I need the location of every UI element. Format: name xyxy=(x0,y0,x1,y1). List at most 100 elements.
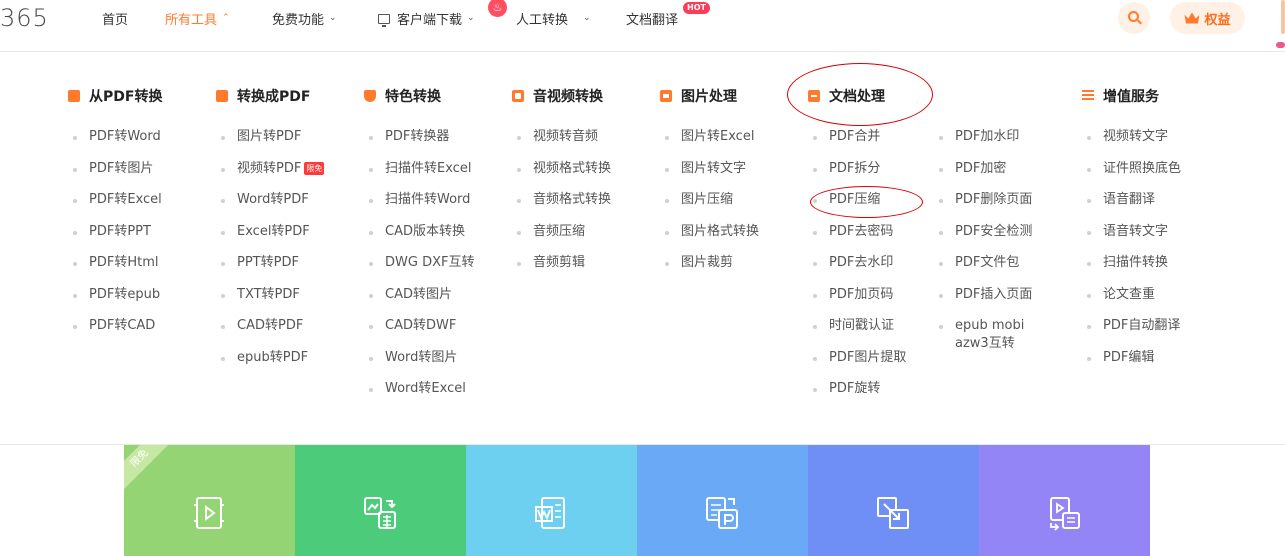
nav-all-tools-label: 所有工具 xyxy=(165,13,218,28)
menu-item-scan-convert[interactable]: 扫描件转换 xyxy=(1082,254,1181,286)
menu-column-image: 图片处理 图片转Excel 图片转文字 图片压缩 图片格式转换 图片裁剪 xyxy=(660,86,759,286)
vip-benefits-button[interactable]: 权益 xyxy=(1170,2,1245,34)
tile-file-export[interactable] xyxy=(979,445,1150,556)
menu-column-document-b: PDF加水印 PDF加密 PDF删除页面 PDF安全检测 PDF文件包 PDF插… xyxy=(934,128,1032,380)
menu-item-cad-version[interactable]: CAD版本转换 xyxy=(364,223,474,255)
tile-file-convert[interactable] xyxy=(637,445,808,556)
menu-item-epub-mobi-azw3[interactable]: epub mobi azw3互转 xyxy=(934,317,1029,380)
menu-item-cad-to-image[interactable]: CAD转图片 xyxy=(364,286,474,318)
menu-item-pdf-to-image[interactable]: PDF转图片 xyxy=(68,160,162,192)
tile-crop[interactable] xyxy=(808,445,979,556)
chevron-down-icon: ⌄ xyxy=(329,12,337,23)
menu-item-pdf-encrypt[interactable]: PDF加密 xyxy=(934,160,1032,192)
vip-benefits-label: 权益 xyxy=(1204,12,1231,28)
menu-item-image-format[interactable]: 图片格式转换 xyxy=(660,223,759,255)
crown-icon xyxy=(1184,12,1200,24)
menu-item-pdf-split[interactable]: PDF拆分 xyxy=(808,160,906,192)
word-icon xyxy=(535,497,565,529)
menu-item-pdf-add-watermark[interactable]: PDF加水印 xyxy=(934,128,1032,160)
column-heading: 从PDF转换 xyxy=(68,86,162,106)
menu-item-txt-to-pdf[interactable]: TXT转PDF xyxy=(216,286,324,318)
monitor-icon xyxy=(378,13,390,27)
menu-item-word-to-pdf[interactable]: Word转PDF xyxy=(216,191,324,223)
menu-item-pdf-unlock[interactable]: PDF去密码 xyxy=(808,223,906,255)
nav-client-download-label: 客户端下载 xyxy=(397,13,463,28)
nav-doc-translate[interactable]: 文档翻译 xyxy=(626,9,678,28)
menu-item-image-to-pdf[interactable]: 图片转PDF xyxy=(216,128,324,160)
nav-manual-convert-label: 人工转换 xyxy=(516,13,569,28)
menu-item-dwg-dxf[interactable]: DWG DXF互转 xyxy=(364,254,474,286)
menu-item-pdf-image-extract[interactable]: PDF图片提取 xyxy=(808,349,906,381)
menu-item-image-to-text[interactable]: 图片转文字 xyxy=(660,160,759,192)
menu-item-pdf-converter[interactable]: PDF转换器 xyxy=(364,128,474,160)
menu-item-epub-to-pdf[interactable]: epub转PDF xyxy=(216,349,324,381)
menu-item-pdf-to-excel[interactable]: PDF转Excel xyxy=(68,191,162,223)
menu-item-video-to-text[interactable]: 视频转文字 xyxy=(1082,128,1181,160)
menu-item-pdf-security-check[interactable]: PDF安全检测 xyxy=(934,223,1032,255)
scroll-edge-indicator xyxy=(1281,0,1285,34)
menu-item-audio-format[interactable]: 音频格式转换 xyxy=(512,191,611,223)
column-heading: 音视频转换 xyxy=(512,86,611,106)
top-nav-bar: 365 首页 所有工具 ⌃ 免费功能 ⌄ 客户端下载 ⌄ ♨ 人工转换 ⌄ 文档… xyxy=(0,0,1285,52)
tile-video-pdf[interactable]: 限免 xyxy=(124,445,295,556)
menu-item-cad-to-dwf[interactable]: CAD转DWF xyxy=(364,317,474,349)
menu-item-image-crop[interactable]: 图片裁剪 xyxy=(660,254,759,286)
menu-column-special: 特色转换 PDF转换器 扫描件转Excel 扫描件转Word CAD版本转换 D… xyxy=(364,86,474,412)
menu-item-word-to-image[interactable]: Word转图片 xyxy=(364,349,474,381)
column-heading: 增值服务 xyxy=(1082,86,1181,106)
menu-item-pdf-page-number[interactable]: PDF加页码 xyxy=(808,286,906,318)
menu-item-cad-to-pdf[interactable]: CAD转PDF xyxy=(216,317,324,349)
menu-item-pdf-rotate[interactable]: PDF旋转 xyxy=(808,380,906,412)
menu-item-pdf-to-html[interactable]: PDF转Html xyxy=(68,254,162,286)
menu-item-ppt-to-pdf[interactable]: PPT转PDF xyxy=(216,254,324,286)
menu-item-pdf-to-word[interactable]: PDF转Word xyxy=(68,128,162,160)
list-icon xyxy=(1082,90,1094,102)
menu-item-pdf-edit[interactable]: PDF编辑 xyxy=(1082,349,1181,381)
menu-item-image-compress[interactable]: 图片压缩 xyxy=(660,191,759,223)
menu-item-pdf-to-epub[interactable]: PDF转epub xyxy=(68,286,162,318)
column-heading: 文档处理 xyxy=(808,86,906,106)
video-icon xyxy=(512,90,524,102)
menu-item-word-to-excel[interactable]: Word转Excel xyxy=(364,380,474,412)
menu-item-video-format[interactable]: 视频格式转换 xyxy=(512,160,611,192)
menu-item-pdf-to-ppt[interactable]: PDF转PPT xyxy=(68,223,162,255)
menu-item-audio-cut[interactable]: 音频剪辑 xyxy=(512,254,611,286)
nav-all-tools[interactable]: 所有工具 ⌃ xyxy=(165,9,230,29)
menu-item-pdf-auto-translate[interactable]: PDF自动翻译 xyxy=(1082,317,1181,349)
menu-item-audio-compress[interactable]: 音频压缩 xyxy=(512,223,611,255)
menu-item-id-photo-bg[interactable]: 证件照换底色 xyxy=(1082,160,1181,192)
nav-manual-convert[interactable]: 人工转换 ⌄ xyxy=(516,9,591,29)
menu-item-video-to-audio[interactable]: 视频转音频 xyxy=(512,128,611,160)
menu-item-voice-translate[interactable]: 语音翻译 xyxy=(1082,191,1181,223)
nav-free-features-label: 免费功能 xyxy=(272,13,325,28)
site-logo[interactable]: 365 xyxy=(0,4,49,32)
tile-image-table[interactable] xyxy=(295,445,466,556)
menu-column-from-pdf: 从PDF转换 PDF转Word PDF转图片 PDF转Excel PDF转PPT… xyxy=(68,86,162,349)
menu-item-thesis-check[interactable]: 论文查重 xyxy=(1082,286,1181,318)
menu-item-scan-to-excel[interactable]: 扫描件转Excel xyxy=(364,160,474,192)
menu-item-excel-to-pdf[interactable]: Excel转PDF xyxy=(216,223,324,255)
pdf-convert-icon xyxy=(68,90,82,104)
file-convert-p-icon xyxy=(706,497,738,529)
menu-item-pdf-merge[interactable]: PDF合并 xyxy=(808,128,906,160)
menu-item-voice-to-text[interactable]: 语音转文字 xyxy=(1082,223,1181,255)
nav-home[interactable]: 首页 xyxy=(102,9,128,28)
menu-item-pdf-remove-watermark[interactable]: PDF去水印 xyxy=(808,254,906,286)
menu-item-timestamp[interactable]: 时间戳认证 xyxy=(808,317,906,349)
menu-item-pdf-delete-page[interactable]: PDF删除页面 xyxy=(934,191,1032,223)
notification-dot xyxy=(1276,42,1285,48)
file-export-icon xyxy=(1050,497,1080,531)
menu-item-pdf-to-cad[interactable]: PDF转CAD xyxy=(68,317,162,349)
menu-item-image-to-excel[interactable]: 图片转Excel xyxy=(660,128,759,160)
nav-client-download[interactable]: 客户端下载 ⌄ xyxy=(378,9,475,28)
menu-item-scan-to-word[interactable]: 扫描件转Word xyxy=(364,191,474,223)
search-button[interactable] xyxy=(1118,2,1150,34)
menu-item-pdf-insert-page[interactable]: PDF插入页面 xyxy=(934,286,1032,318)
menu-item-pdf-compress[interactable]: PDF压缩 xyxy=(808,191,906,223)
nav-free-features[interactable]: 免费功能 ⌄ xyxy=(272,9,337,29)
tile-word[interactable] xyxy=(466,445,637,556)
menu-item-video-to-pdf[interactable]: 视频转PDF 限免 xyxy=(216,160,325,192)
menu-column-document: 文档处理 PDF合并 PDF拆分 PDF压缩 PDF去密码 PDF去水印 PDF… xyxy=(808,86,906,412)
menu-column-value-added: 增值服务 视频转文字 证件照换底色 语音翻译 语音转文字 扫描件转换 论文查重 … xyxy=(1082,86,1181,380)
menu-item-pdf-package[interactable]: PDF文件包 xyxy=(934,254,1032,286)
